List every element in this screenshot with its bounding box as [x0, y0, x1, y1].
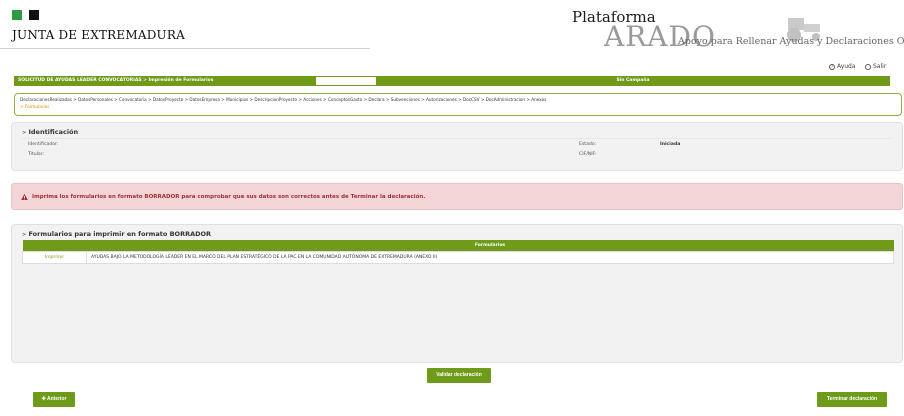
section-bar-gap: [316, 76, 376, 85]
bar-underline: [14, 85, 890, 86]
brand-subtitle: Apoyo para Rellenar Ayudas y Declaracion…: [678, 36, 904, 47]
alert-message: Imprima los formularios en formato BORRA…: [32, 194, 426, 200]
draft-warning-alert: Imprima los formularios en formato BORRA…: [11, 183, 903, 210]
forms-title[interactable]: > Formularios para imprimir en formato B…: [12, 225, 902, 238]
forms-panel: > Formularios para imprimir en formato B…: [11, 224, 903, 363]
logo-black-square: [29, 10, 39, 20]
section-bar: SOLICITUD DE AYUDAS LEADER CONVOCATORIAS…: [14, 76, 316, 85]
help-icon: ?: [829, 63, 835, 70]
org-name: JUNTA DE EXTREMADURA: [12, 28, 185, 42]
estado-label: Estado:: [579, 142, 597, 147]
finish-button[interactable]: Terminar declaración: [817, 392, 887, 407]
arrow-left-icon: ✚: [41, 396, 46, 402]
identificador-label: Identificador:: [28, 142, 59, 147]
panel-divider: [22, 138, 892, 139]
previous-button[interactable]: ✚ Anterior: [33, 392, 75, 407]
identification-title[interactable]: > Identificación: [12, 123, 902, 136]
previous-label: Anterior: [46, 396, 67, 402]
breadcrumb-trail[interactable]: DeclaracionesRealizadas > DatosPersonale…: [20, 97, 896, 103]
logo-green-square: [12, 10, 22, 20]
forms-table-header: Formularios: [22, 240, 894, 251]
forms-title-label: Formularios para imprimir en formato BOR…: [28, 230, 212, 238]
junta-logo: [12, 10, 39, 20]
expand-chevron-icon: >: [22, 130, 27, 136]
validate-button[interactable]: Validar declaración: [427, 368, 491, 383]
form-description: AYUDAS BAJO LA METODOLOGÍA LEADER EN EL …: [86, 250, 894, 264]
table-row: Imprimir AYUDAS BAJO LA METODOLOGÍA LEAD…: [22, 250, 894, 264]
page: JUNTA DE EXTREMADURA Plataforma ARADO Ap…: [0, 0, 904, 416]
action-column-header: [22, 240, 87, 251]
titular-label: Titular:: [28, 152, 45, 157]
help-label: Ayuda: [837, 63, 856, 70]
help-link[interactable]: ? Ayuda: [829, 63, 856, 70]
expand-chevron-icon: >: [22, 232, 27, 238]
forms-table: Formularios Imprimir AYUDAS BAJO LA METO…: [22, 240, 894, 264]
identification-title-label: Identificación: [28, 128, 79, 136]
print-link[interactable]: Imprimir: [22, 250, 87, 264]
exit-icon: [865, 63, 871, 70]
estado-value: Iniciada: [660, 142, 681, 147]
header-divider: [0, 48, 370, 49]
identification-panel: > Identificación Identificador: Titular:…: [11, 122, 903, 171]
exit-link[interactable]: Salir: [865, 63, 886, 70]
exit-label: Salir: [873, 63, 887, 70]
campaign-bar: Sin Campaña: [376, 76, 890, 85]
forms-column-header: Formularios: [86, 240, 894, 251]
warning-icon: [21, 194, 28, 200]
breadcrumb: DeclaracionesRealizadas > DatosPersonale…: [14, 93, 902, 116]
cif-label: CIF/NIF:: [579, 152, 597, 157]
breadcrumb-current: > Formularios: [20, 104, 50, 109]
